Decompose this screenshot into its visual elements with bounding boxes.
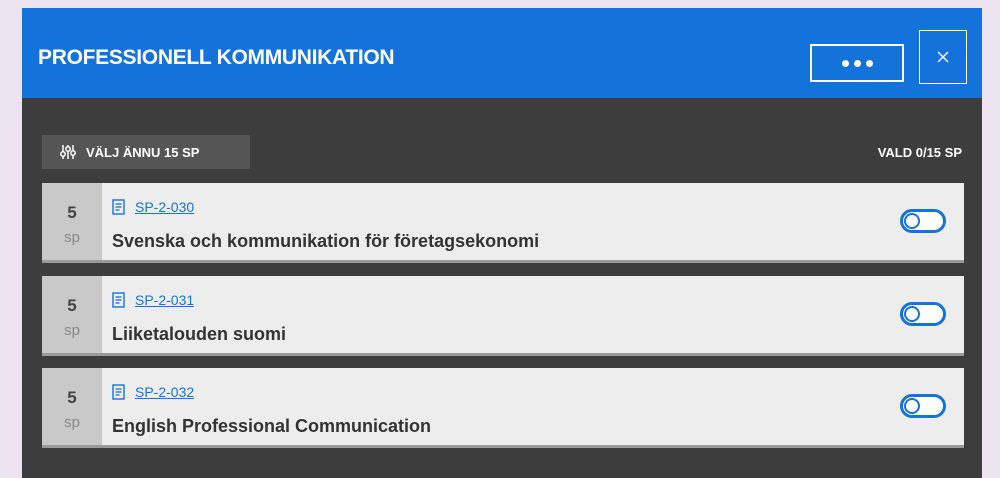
course-name: Svenska och kommunikation för företagsek… [112, 231, 540, 251]
course-select-toggle[interactable] [900, 302, 946, 326]
course-credits: 5 sp [42, 276, 102, 353]
toggle-knob [904, 213, 920, 229]
course-group-panel: PROFESSIONELL KOMMUNIKATION VÄLJ ÄNNU 15 [22, 8, 982, 478]
course-name: Liiketalouden suomi [112, 324, 287, 344]
course-credits: 5 sp [42, 368, 102, 445]
course-code-row: SP-2-032 [112, 384, 194, 400]
ellipsis-icon [841, 59, 849, 67]
credits-unit: sp [64, 414, 80, 431]
credits-unit: sp [64, 322, 80, 339]
ellipsis-icon [865, 59, 873, 67]
credits-value: 5 [67, 203, 77, 222]
selected-credits-count: VALD 0/15 SP [877, 145, 962, 160]
course-code-row: SP-2-031 [112, 292, 194, 308]
course-card: 5 sp SP-2-030 Svenska och kommunikation … [42, 183, 964, 263]
course-name: English Professional Communication [112, 416, 432, 436]
more-options-button[interactable] [810, 44, 904, 82]
course-code-link[interactable]: SP-2-030 [135, 199, 194, 215]
document-icon [112, 199, 125, 215]
course-select-toggle[interactable] [900, 209, 946, 233]
course-code-link[interactable]: SP-2-031 [135, 292, 194, 308]
credits-unit: sp [64, 229, 80, 246]
ellipsis-icon [853, 59, 861, 67]
toggle-knob [904, 398, 920, 414]
document-icon [112, 384, 125, 400]
choose-credits-label: VÄLJ ÄNNU 15 SP [86, 144, 200, 160]
document-icon [112, 292, 125, 308]
course-card: 5 sp SP-2-031 Liiketalouden suomi [42, 276, 964, 356]
close-button[interactable] [919, 30, 967, 84]
sliders-icon [60, 145, 76, 159]
close-icon [937, 51, 949, 63]
selection-toolbar: VÄLJ ÄNNU 15 SP VALD 0/15 SP [42, 135, 962, 171]
course-credits: 5 sp [42, 183, 102, 260]
toggle-knob [904, 306, 920, 322]
course-select-toggle[interactable] [900, 394, 946, 418]
course-code-link[interactable]: SP-2-032 [135, 384, 194, 400]
course-code-row: SP-2-030 [112, 199, 194, 215]
course-card: 5 sp SP-2-032 English Professional Commu… [42, 368, 964, 448]
credits-value: 5 [67, 388, 77, 407]
panel-header: PROFESSIONELL KOMMUNIKATION [22, 8, 982, 98]
choose-credits-tag: VÄLJ ÄNNU 15 SP [42, 135, 250, 169]
credits-value: 5 [67, 296, 77, 315]
panel-title: PROFESSIONELL KOMMUNIKATION [38, 46, 395, 69]
